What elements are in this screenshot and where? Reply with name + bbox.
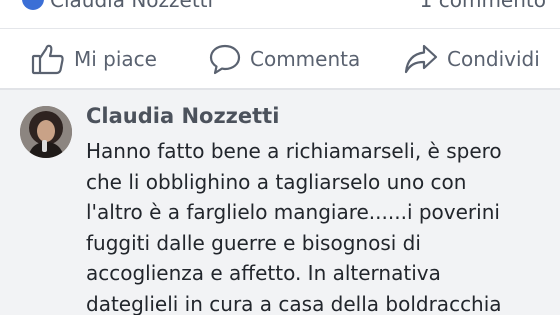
speech-bubble-icon	[209, 43, 250, 75]
share-button[interactable]: Condividi	[404, 43, 540, 75]
post-reaction-summary: Claudia Nozzetti 1 commento	[0, 0, 560, 28]
like-reaction-icon	[22, 0, 44, 10]
post-action-bar: Mi piace Commenta Condividi	[0, 28, 560, 88]
like-button[interactable]: Mi piace	[31, 43, 157, 75]
comment-count[interactable]: 1 commento	[420, 0, 546, 12]
comment-button[interactable]: Commenta	[209, 43, 360, 75]
thumbs-up-icon	[31, 43, 74, 75]
share-label: Condividi	[447, 47, 540, 71]
reaction-name[interactable]: Claudia Nozzetti	[50, 0, 213, 12]
like-label: Mi piace	[74, 47, 157, 71]
avatar[interactable]	[20, 106, 72, 158]
share-arrow-icon	[404, 43, 447, 75]
comment-text: Hanno fatto bene a richiamarseli, è sper…	[86, 139, 502, 315]
facebook-post-screen: Claudia Nozzetti 1 commento Mi piace Com…	[0, 0, 560, 315]
comment-label: Commenta	[250, 47, 361, 71]
comment-author[interactable]: Claudia Nozzetti	[86, 104, 279, 128]
